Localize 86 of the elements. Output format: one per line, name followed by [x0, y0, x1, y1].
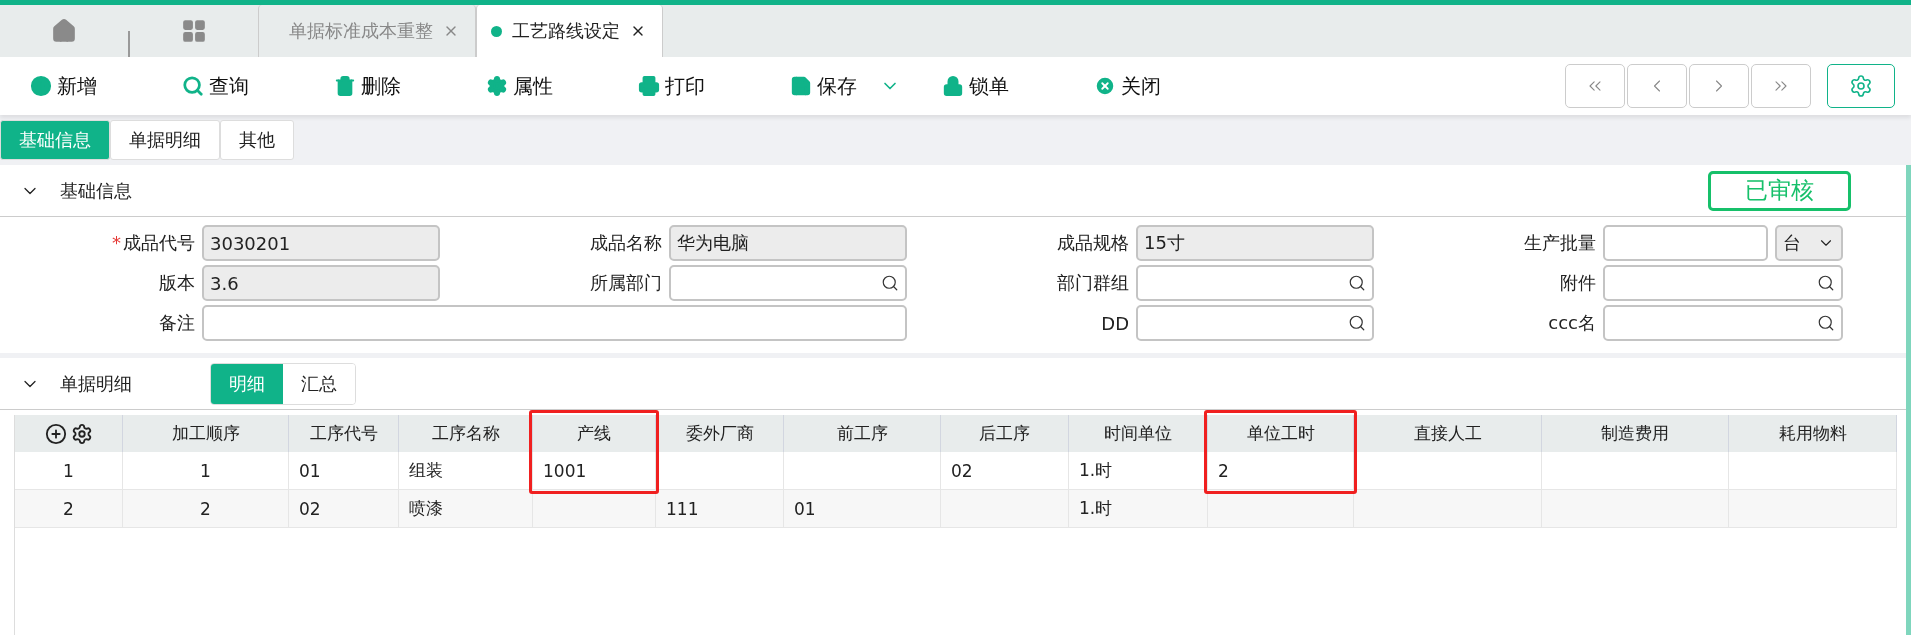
status-stamp: 已审核 — [1708, 170, 1851, 211]
table-cell: 01 — [784, 490, 941, 528]
column-header: 前工序 — [784, 415, 941, 452]
table-cell: 1.时 — [1069, 490, 1208, 528]
input-field[interactable] — [1136, 265, 1374, 301]
column-header: 工序名称 — [399, 415, 533, 452]
toolbar-button[interactable]: 属性 — [486, 72, 638, 100]
toolbar-button[interactable]: 锁单 — [942, 72, 1094, 100]
table-cell: 1001 — [533, 452, 656, 490]
table-cell: 02 — [941, 452, 1069, 490]
column-header: 时间单位 — [1069, 415, 1208, 452]
settings-icon — [1849, 74, 1873, 98]
printer-icon — [638, 75, 660, 97]
search-icon[interactable] — [881, 274, 899, 292]
field-label: 成品代号 — [123, 232, 195, 253]
toolbar-button[interactable]: 关闭 — [1094, 72, 1246, 100]
field-label: ccc名 — [1548, 312, 1596, 333]
input-field[interactable] — [1136, 305, 1374, 341]
input-field[interactable]: 15寸 — [1136, 225, 1374, 261]
column-header: 耗用物料 — [1729, 415, 1897, 452]
input-field[interactable] — [1603, 265, 1843, 301]
toolbar-button[interactable]: 新增 — [30, 72, 182, 100]
search-icon[interactable] — [1817, 314, 1835, 332]
field-label: 成品规格 — [1057, 232, 1129, 253]
last-button[interactable] — [1751, 64, 1811, 108]
toolbar-button[interactable]: 保存 — [790, 72, 942, 100]
column-header: 直接人工 — [1354, 415, 1542, 452]
input-field[interactable] — [1603, 225, 1768, 261]
column-header: 制造费用 — [1542, 415, 1729, 452]
column-header: 工序代号 — [289, 415, 399, 452]
search-icon — [182, 75, 204, 97]
table-cell: 喷漆 — [399, 490, 533, 528]
input-field[interactable] — [202, 305, 907, 341]
page-tab[interactable]: 单据明细 — [110, 120, 220, 160]
toolbar-button[interactable]: 删除 — [334, 72, 486, 100]
column-header: 加工顺序 — [123, 415, 289, 452]
toolbar-button[interactable]: 查询 — [182, 72, 334, 100]
add-row-icon[interactable] — [44, 422, 67, 445]
unit-select[interactable]: 台 — [1775, 225, 1843, 261]
search-icon[interactable] — [1817, 274, 1835, 292]
field-label: DD — [1101, 312, 1129, 334]
input-field[interactable]: 3030201 — [202, 225, 440, 261]
field-label: 备注 — [159, 312, 195, 333]
search-icon[interactable] — [1348, 314, 1366, 332]
field-label: 所属部门 — [590, 272, 662, 293]
next-button[interactable] — [1689, 64, 1749, 108]
field-label: 附件 — [1560, 272, 1596, 293]
settings-button[interactable] — [1827, 64, 1895, 108]
column-header: 委外厂商 — [656, 415, 784, 452]
active-dot — [491, 25, 502, 37]
settings-icon[interactable] — [70, 422, 93, 445]
input-field[interactable] — [669, 265, 907, 301]
table-cell: 2 — [123, 490, 289, 528]
field-label: 版本 — [159, 272, 195, 293]
table-cell: 111 — [656, 490, 784, 528]
home-icon[interactable] — [51, 18, 77, 44]
page-tab[interactable]: 其他 — [220, 120, 294, 160]
toolbar-button[interactable]: 打印 — [638, 72, 790, 100]
column-header: 后工序 — [941, 415, 1069, 452]
field-label: 成品名称 — [590, 232, 662, 253]
table-cell: 组装 — [399, 452, 533, 490]
section-title: 基础信息 — [60, 178, 133, 203]
gear-icon — [486, 75, 508, 97]
lock-icon — [942, 75, 964, 97]
first-button[interactable] — [1565, 64, 1625, 108]
table-cell: 01 — [289, 452, 399, 490]
input-field[interactable]: 3.6 — [202, 265, 440, 301]
table-cell: 1.时 — [1069, 452, 1208, 490]
row-number: 1 — [15, 452, 123, 490]
required-mark: * — [112, 232, 121, 253]
search-icon[interactable] — [1348, 274, 1366, 292]
trash-icon — [334, 75, 356, 97]
table-cell: 1 — [123, 452, 289, 490]
document-tab[interactable]: 工艺路线设定 — [476, 5, 663, 57]
row-number: 2 — [15, 490, 123, 528]
previous-button[interactable] — [1627, 64, 1687, 108]
table-cell: 2 — [1208, 452, 1354, 490]
field-label: 部门群组 — [1057, 272, 1129, 293]
close-icon — [1094, 75, 1116, 97]
grid-icon[interactable] — [181, 18, 207, 44]
input-field[interactable]: 华为电脑 — [669, 225, 907, 261]
field-label: 生产批量 — [1524, 232, 1596, 253]
scrollbar[interactable] — [1906, 165, 1911, 635]
section-title: 单据明细 — [60, 371, 133, 396]
input-field[interactable] — [1603, 305, 1843, 341]
table-cell: 02 — [289, 490, 399, 528]
